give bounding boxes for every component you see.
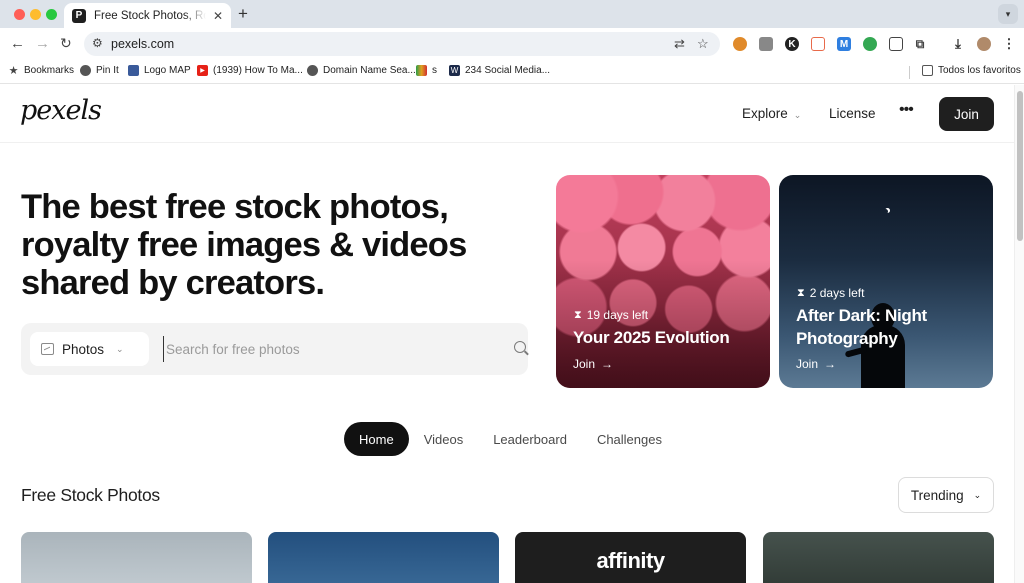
site-settings-icon[interactable]: ⚙ [92, 36, 103, 50]
search-type-label: Photos [62, 341, 105, 357]
pexels-page: pexels Explore ⌄ License ••• Join The bes… [0, 85, 1014, 583]
photo-thumbnail[interactable]: affinity [515, 532, 746, 583]
profile-avatar[interactable] [977, 37, 991, 51]
globe-icon [307, 65, 318, 76]
arrow-right-icon: → [824, 357, 837, 371]
maximize-window-button[interactable] [46, 9, 57, 20]
extension-camera-icon[interactable] [759, 37, 773, 51]
back-arrow-icon[interactable]: ← [10, 35, 25, 52]
more-menu-icon[interactable]: ••• [899, 101, 914, 119]
globe-icon [80, 65, 91, 76]
photo-thumbnail[interactable] [268, 532, 499, 583]
tab-search-chevron-icon[interactable]: ▾ [998, 4, 1018, 24]
extension-window-icon[interactable] [889, 37, 903, 51]
bookmark-social-media[interactable]: W 234 Social Media... [449, 65, 550, 76]
bookmark-bookmarks[interactable]: ★ Bookmarks [8, 65, 74, 77]
extension-m-icon[interactable]: M [837, 37, 851, 51]
challenge-title: Your 2025 Evolution [573, 328, 730, 347]
browser-tab-pexels[interactable]: P Free Stock Photos, Royalty Free ✕ [64, 3, 231, 28]
affinity-logo-text: affinity [596, 548, 665, 573]
chevron-down-icon: ⌄ [973, 489, 982, 500]
extension-orange-icon[interactable] [733, 37, 747, 51]
photo-thumbnail[interactable] [21, 532, 252, 583]
extension-dark-icon[interactable]: K [785, 37, 799, 51]
challenge-join-link[interactable]: Join → [796, 357, 836, 371]
extensions-puzzle-icon[interactable]: ⧉ [913, 37, 927, 51]
bookmarks-bar: ★ Bookmarks Pin It Logo MAP ▶ (1939) How… [0, 60, 1024, 84]
tab-challenges[interactable]: Challenges [582, 422, 677, 456]
pexels-favicon-icon: P [72, 8, 86, 23]
chevron-down-icon: ⌄ [793, 110, 802, 120]
search-input[interactable] [163, 336, 483, 362]
join-button[interactable]: Join [939, 97, 994, 131]
bookmark-separator [909, 66, 910, 79]
tab-videos[interactable]: Videos [409, 422, 479, 456]
challenge-join-link[interactable]: Join → [573, 357, 613, 371]
close-window-button[interactable] [14, 9, 25, 20]
reload-icon[interactable]: ↻ [60, 35, 72, 52]
folder-icon [922, 65, 933, 76]
address-bar[interactable]: ⚙ pexels.com ⇄ ☆ [84, 32, 720, 56]
flag-icon [416, 65, 427, 76]
challenge-card-after-dark[interactable]: ⧗ 2 days left After Dark: Night Photogra… [779, 175, 993, 388]
tab-close-icon[interactable]: ✕ [213, 9, 223, 23]
bookmark-s[interactable]: s [416, 65, 437, 76]
tab-leaderboard[interactable]: Leaderboard [478, 422, 582, 456]
challenge-card-evolution[interactable]: ⧗ 19 days left Your 2025 Evolution Join … [556, 175, 770, 388]
all-bookmarks-folder[interactable]: Todos los favoritos [922, 65, 1021, 76]
star-icon: ★ [8, 65, 19, 77]
extension-red-square-icon[interactable] [811, 37, 825, 51]
page-scrollbar[interactable] [1014, 85, 1024, 583]
scrollbar-thumb[interactable] [1017, 91, 1023, 241]
youtube-icon: ▶ [197, 65, 208, 76]
days-left-label: ⧗ 2 days left [797, 286, 865, 300]
minimize-window-button[interactable] [30, 9, 41, 20]
hero-title: The best free stock photos, royalty free… [21, 188, 467, 302]
bookmark-youtube[interactable]: ▶ (1939) How To Ma... [197, 65, 303, 76]
browser-tab-bar: P Free Stock Photos, Royalty Free ✕ + ▾ [0, 0, 1024, 28]
challenge-title: After Dark: Night Photography [796, 306, 927, 348]
tab-home[interactable]: Home [344, 422, 409, 456]
site-header: pexels Explore ⌄ License ••• Join [0, 85, 1014, 143]
hourglass-icon: ⧗ [574, 308, 582, 321]
w-icon: W [449, 65, 460, 76]
bookmark-star-icon[interactable]: ☆ [697, 36, 709, 52]
extension-google-icon[interactable] [863, 37, 877, 51]
bookmark-logo-map[interactable]: Logo MAP [128, 65, 191, 76]
chevron-down-icon: ⌄ [116, 343, 124, 354]
search-icon[interactable] [514, 341, 526, 353]
search-bar: Photos ⌄ [21, 323, 528, 375]
browser-menu-icon[interactable]: ⋮ [1002, 36, 1016, 51]
bookmark-pin-it[interactable]: Pin It [80, 65, 119, 76]
address-url[interactable]: pexels.com [111, 37, 174, 51]
tab-title: Free Stock Photos, Royalty Free [94, 9, 206, 22]
forward-arrow-icon[interactable]: → [35, 35, 50, 52]
photo-thumbnail[interactable] [763, 532, 994, 583]
translate-icon[interactable]: ⇄ [674, 36, 685, 52]
content-tabs: Home Videos Leaderboard Challenges [344, 422, 677, 456]
nav-license[interactable]: License [829, 106, 876, 121]
moon-icon [883, 209, 888, 214]
image-icon [41, 343, 54, 355]
hourglass-icon: ⧗ [797, 286, 805, 299]
sort-dropdown[interactable]: Trending ⌄ [898, 477, 994, 513]
bookmark-domain-name[interactable]: Domain Name Sea... [307, 65, 416, 76]
section-title: Free Stock Photos [21, 485, 160, 505]
pexels-logo[interactable]: pexels [20, 95, 102, 126]
new-tab-plus-icon[interactable]: + [238, 4, 248, 24]
nav-explore[interactable]: Explore ⌄ [742, 106, 801, 121]
arrow-right-icon: → [601, 357, 614, 371]
download-icon[interactable]: ⤓ [951, 36, 965, 51]
map-icon [128, 65, 139, 76]
search-type-dropdown[interactable]: Photos ⌄ [30, 332, 149, 366]
days-left-label: ⧗ 19 days left [574, 308, 649, 322]
